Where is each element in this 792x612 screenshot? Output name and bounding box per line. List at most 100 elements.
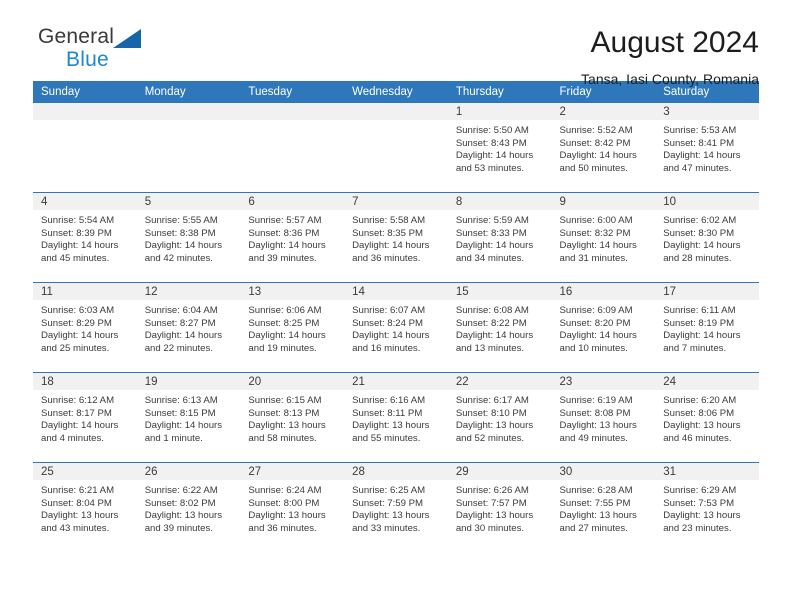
sunrise-text: Sunrise: 6:06 AM [248,305,322,316]
sunrise-text: Sunrise: 6:15 AM [248,395,322,406]
calendar-day-cell[interactable]: 21 Sunrise: 6:16 AM Sunset: 8:11 PM Dayligh… [344,372,448,463]
calendar-day-cell[interactable]: 1 Sunrise: 5:50 AM Sunset: 8:43 PM Daylight… [447,103,552,193]
daylight-text-cont: and 55 minutes. [352,432,421,444]
calendar-day-cell[interactable]: 12 Sunrise: 6:04 AM Sunset: 8:27 PM Dayligh… [136,282,241,373]
sunset-text: Sunset: 7:53 PM [663,497,735,509]
day-details: Sunrise: 6:08 AM Sunset: 8:22 PM Daylight:… [448,300,552,355]
day-number: 23 [551,373,656,390]
sunset-text: Sunset: 8:06 PM [663,407,735,419]
daylight-text-cont: and 30 minutes. [455,522,525,534]
calendar-day-cell[interactable]: 24 Sunrise: 6:20 AM Sunset: 8:06 PM Dayligh… [655,372,759,463]
daylight-text-cont: and 36 minutes. [352,252,421,264]
sunrise-text: Sunrise: 5:57 AM [248,215,322,226]
page-subtitle: Tansa, Iasi County, Romania [581,71,759,87]
calendar-day-cell[interactable]: 7 Sunrise: 5:58 AM Sunset: 8:35 PM Daylight… [344,192,448,283]
general-blue-logo[interactable]: General Blue [33,26,142,70]
logo-top-row: General [38,26,142,48]
calendar-day-cell[interactable]: 8 Sunrise: 5:59 AM Sunset: 8:33 PM Daylight… [447,192,552,283]
day-details: Sunrise: 6:16 AM Sunset: 8:11 PM Daylight:… [344,390,448,445]
daylight-text: Daylight: 14 hours [663,150,741,162]
sunrise-text: Sunrise: 5:58 AM [352,215,426,226]
calendar-day-cell[interactable]: 9 Sunrise: 6:00 AM Sunset: 8:32 PM Daylight… [551,192,656,283]
day-details: Sunrise: 6:19 AM Sunset: 8:08 PM Daylight:… [552,390,656,445]
daylight-text-cont: and 1 minute. [144,432,203,444]
daylight-text-cont: and 28 minutes. [663,252,732,264]
calendar-day-cell[interactable]: 16 Sunrise: 6:09 AM Sunset: 8:20 PM Dayligh… [551,282,656,373]
calendar-day-cell[interactable]: 15 Sunrise: 6:08 AM Sunset: 8:22 PM Dayligh… [447,282,552,373]
daylight-text-cont: and 43 minutes. [41,522,110,534]
day-number: 28 [344,463,448,480]
calendar-day-cell[interactable]: 27 Sunrise: 6:24 AM Sunset: 8:00 PM Dayligh… [240,462,345,552]
calendar-day-cell[interactable]: 23 Sunrise: 6:19 AM Sunset: 8:08 PM Dayligh… [551,372,656,463]
day-details: Sunrise: 5:58 AM Sunset: 8:35 PM Daylight:… [344,210,448,265]
calendar-day-cell[interactable]: 2 Sunrise: 5:52 AM Sunset: 8:42 PM Daylight… [551,103,656,193]
sunrise-text: Sunrise: 5:52 AM [559,125,633,136]
day-number [344,103,448,120]
calendar-day-cell[interactable]: 4 Sunrise: 5:54 AM Sunset: 8:39 PM Daylight… [33,192,137,283]
sunset-text: Sunset: 8:38 PM [144,227,216,239]
calendar-day-cell[interactable]: 11 Sunrise: 6:03 AM Sunset: 8:29 PM Dayligh… [33,282,137,373]
calendar-day-cell[interactable]: 30 Sunrise: 6:28 AM Sunset: 7:55 PM Dayligh… [551,462,656,552]
sunset-text: Sunset: 8:35 PM [352,227,424,239]
day-details: Sunrise: 6:13 AM Sunset: 8:15 PM Daylight:… [137,390,241,445]
day-number [136,103,241,120]
weekday-header-thursday: Thursday [447,81,552,103]
calendar-day-cell[interactable]: 3 Sunrise: 5:53 AM Sunset: 8:41 PM Daylight… [655,103,759,193]
calendar-day-cell[interactable]: 5 Sunrise: 5:55 AM Sunset: 8:38 PM Daylight… [136,192,241,283]
sunset-text: Sunset: 7:59 PM [352,497,424,509]
calendar-day-cell[interactable]: 17 Sunrise: 6:11 AM Sunset: 8:19 PM Dayligh… [655,282,759,373]
daylight-text: Daylight: 14 hours [144,330,223,342]
calendar-day-cell[interactable]: 14 Sunrise: 6:07 AM Sunset: 8:24 PM Dayligh… [344,282,448,373]
day-details: Sunrise: 5:53 AM Sunset: 8:41 PM Daylight:… [655,120,759,175]
sunset-text: Sunset: 8:42 PM [559,137,631,149]
calendar-day-cell[interactable]: 29 Sunrise: 6:26 AM Sunset: 7:57 PM Dayligh… [447,462,552,552]
sunrise-text: Sunrise: 5:59 AM [455,215,529,226]
calendar-day-cell[interactable]: 10 Sunrise: 6:02 AM Sunset: 8:30 PM Dayligh… [655,192,759,283]
daylight-text-cont: and 31 minutes. [559,252,628,264]
calendar-day-cell[interactable]: 28 Sunrise: 6:25 AM Sunset: 7:59 PM Dayligh… [344,462,448,552]
day-number: 24 [655,373,759,390]
daylight-text: Daylight: 13 hours [663,510,741,522]
daylight-text-cont: and 46 minutes. [663,432,732,444]
calendar-day-cell[interactable]: 20 Sunrise: 6:15 AM Sunset: 8:13 PM Dayligh… [240,372,345,463]
day-number: 16 [551,283,656,300]
calendar-day-cell[interactable]: 19 Sunrise: 6:13 AM Sunset: 8:15 PM Dayligh… [136,372,241,463]
sunset-text: Sunset: 8:24 PM [352,317,424,329]
calendar-day-cell[interactable]: 26 Sunrise: 6:22 AM Sunset: 8:02 PM Dayligh… [136,462,241,552]
day-details: Sunrise: 6:24 AM Sunset: 8:00 PM Daylight:… [240,480,344,535]
calendar-day-cell[interactable]: 18 Sunrise: 6:12 AM Sunset: 8:17 PM Dayligh… [33,372,137,463]
calendar-day-cell[interactable]: 22 Sunrise: 6:17 AM Sunset: 8:10 PM Dayligh… [447,372,552,463]
sunrise-text: Sunrise: 6:25 AM [352,485,426,496]
daylight-text-cont: and 33 minutes. [352,522,421,534]
calendar-day-cell[interactable]: 13 Sunrise: 6:06 AM Sunset: 8:25 PM Dayligh… [240,282,345,373]
calendar-day-cell-empty [344,103,448,193]
daylight-text-cont: and 47 minutes. [663,162,732,174]
sunset-text: Sunset: 8:32 PM [559,227,631,239]
sunset-text: Sunset: 8:08 PM [559,407,631,419]
sunrise-text: Sunrise: 6:21 AM [41,485,115,496]
daylight-text: Daylight: 13 hours [559,420,637,432]
day-number: 17 [655,283,759,300]
calendar-week-row: 11 Sunrise: 6:03 AM Sunset: 8:29 PM Dayligh… [33,282,759,373]
calendar-day-cell[interactable]: 6 Sunrise: 5:57 AM Sunset: 8:36 PM Daylight… [240,192,345,283]
daylight-text-cont: and 53 minutes. [455,162,525,174]
sunset-text: Sunset: 8:43 PM [455,137,527,149]
weekday-header-sunday: Sunday [33,81,137,103]
calendar-day-cell[interactable]: 31 Sunrise: 6:29 AM Sunset: 7:53 PM Dayligh… [655,462,759,552]
day-details: Sunrise: 5:59 AM Sunset: 8:33 PM Daylight:… [448,210,552,265]
day-number: 18 [33,373,137,390]
daylight-text: Daylight: 13 hours [455,420,534,432]
calendar-day-cell[interactable]: 25 Sunrise: 6:21 AM Sunset: 8:04 PM Dayligh… [33,462,137,552]
day-details: Sunrise: 6:20 AM Sunset: 8:06 PM Daylight:… [655,390,759,445]
sunrise-text: Sunrise: 6:09 AM [559,305,633,316]
daylight-text: Daylight: 14 hours [663,240,741,252]
day-details: Sunrise: 6:22 AM Sunset: 8:02 PM Daylight:… [137,480,241,535]
day-details: Sunrise: 5:54 AM Sunset: 8:39 PM Daylight:… [33,210,137,265]
sunset-text: Sunset: 8:19 PM [663,317,735,329]
sunset-text: Sunset: 8:02 PM [144,497,216,509]
sunrise-text: Sunrise: 6:12 AM [41,395,115,406]
sunset-text: Sunset: 7:57 PM [455,497,527,509]
day-details: Sunrise: 5:55 AM Sunset: 8:38 PM Daylight:… [137,210,241,265]
calendar-week-row: 1 Sunrise: 5:50 AM Sunset: 8:43 PM Daylight… [33,103,759,193]
day-number: 19 [136,373,241,390]
